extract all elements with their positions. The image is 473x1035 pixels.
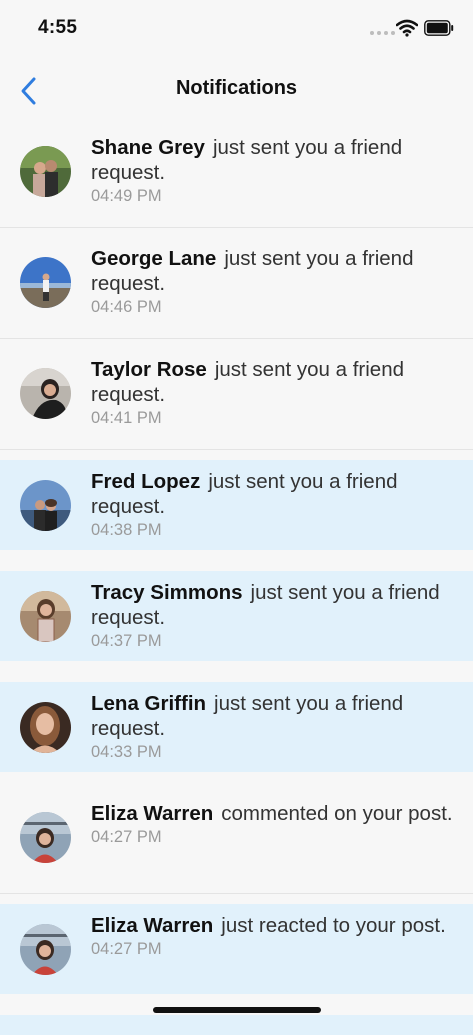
avatar <box>20 591 71 642</box>
avatar <box>20 257 71 308</box>
status-time: 4:55 <box>38 17 78 38</box>
wifi-icon <box>396 19 418 37</box>
notification-text: Fred Lopez just sent you a friend request… <box>91 469 461 540</box>
notification-message: Tracy Simmons just sent you a friend requ… <box>91 580 461 630</box>
sender-name: Tracy Simmons <box>91 581 243 604</box>
home-indicator <box>153 1007 321 1013</box>
timestamp: 04:27 PM <box>91 940 162 958</box>
notification-item[interactable]: Tracy Simmons just sent you a friend requ… <box>0 571 473 661</box>
notification-text: Lena Griffin just sent you a friend reque… <box>91 691 461 762</box>
timestamp: 04:27 PM <box>91 828 162 846</box>
notification-text: Tracy Simmons just sent you a friend requ… <box>91 580 461 651</box>
notification-item[interactable]: Fred Lopez just sent you a friend request… <box>0 460 473 550</box>
notification-message: George Lane just sent you a friend reques… <box>91 246 461 296</box>
notification-action: just reacted to your post. <box>221 914 446 937</box>
notification-message: Eliza Warren just reacted to your post. <box>91 913 461 938</box>
divider <box>0 449 473 450</box>
notification-text: George Lane just sent you a friend reques… <box>91 246 461 317</box>
avatar <box>20 924 71 975</box>
avatar <box>20 368 71 419</box>
notification-text: Eliza Warren just reacted to your post. 0… <box>91 913 461 959</box>
signal-dots-icon <box>370 31 395 35</box>
page-title: Notifications <box>175 77 298 99</box>
avatar <box>20 146 71 197</box>
notification-text: Eliza Warren commented on your post. 04:2… <box>91 801 461 847</box>
notification-item[interactable]: Taylor Rose just sent you a friend reques… <box>0 339 473 429</box>
divider <box>0 893 473 894</box>
avatar <box>20 812 71 863</box>
status-bar: 4:55 <box>0 0 473 56</box>
sender-name: Lena Griffin <box>91 692 207 715</box>
notification-item[interactable]: Lena Griffin just sent you a friend reque… <box>0 682 473 772</box>
timestamp: 04:46 PM <box>91 298 162 316</box>
sender-name: George Lane <box>91 247 217 270</box>
notification-item[interactable]: Eliza Warren commented on your post. 04:2… <box>0 783 473 873</box>
timestamp: 04:38 PM <box>91 521 162 539</box>
timestamp: 04:33 PM <box>91 743 162 761</box>
avatar <box>20 702 71 753</box>
sender-name: Fred Lopez <box>91 470 201 493</box>
notification-text: Shane Grey just sent you a friend request… <box>91 135 461 206</box>
navigation-bar: Notifications <box>0 64 473 118</box>
timestamp: 04:49 PM <box>91 187 162 205</box>
sender-name: Eliza Warren <box>91 914 214 937</box>
notification-message: Lena Griffin just sent you a friend reque… <box>91 691 461 741</box>
sender-name: Taylor Rose <box>91 358 207 381</box>
notification-text: Taylor Rose just sent you a friend reques… <box>91 357 461 428</box>
timestamp: 04:37 PM <box>91 632 162 650</box>
notification-item[interactable]: Shane Grey just sent you a friend request… <box>0 117 473 207</box>
notification-item[interactable]: George Lane just sent you a friend reques… <box>0 228 473 318</box>
sender-name: Shane Grey <box>91 136 205 159</box>
notification-item[interactable]: Eliza Warren just reacted to your post. 0… <box>0 904 473 994</box>
sender-name: Eliza Warren <box>91 802 214 825</box>
notification-action: commented on your post. <box>221 802 453 825</box>
notification-message: Eliza Warren commented on your post. <box>91 801 461 826</box>
timestamp: 04:41 PM <box>91 409 162 427</box>
notification-message: Taylor Rose just sent you a friend reques… <box>91 357 461 407</box>
notification-item[interactable] <box>0 1015 473 1035</box>
battery-icon <box>424 20 454 36</box>
notification-message: Shane Grey just sent you a friend request… <box>91 135 461 185</box>
notification-message: Fred Lopez just sent you a friend request… <box>91 469 461 519</box>
avatar <box>20 480 71 531</box>
